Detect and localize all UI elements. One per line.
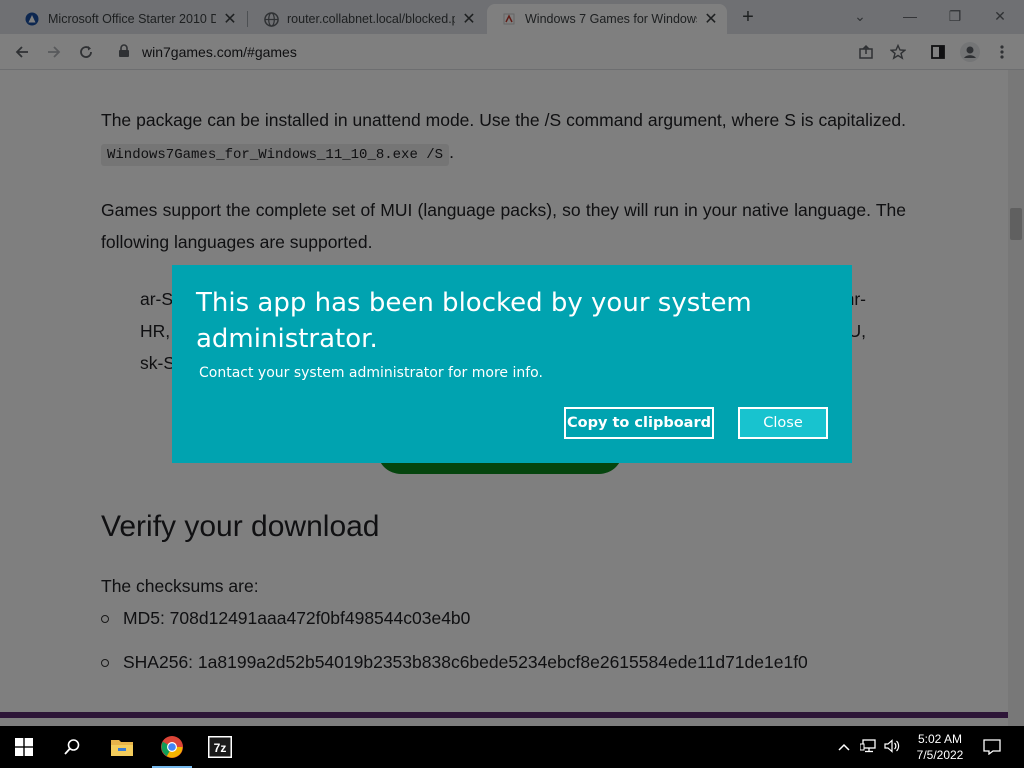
svg-text:7z: 7z <box>214 741 227 755</box>
7zip-icon[interactable]: 7z <box>196 726 244 768</box>
clock-time: 5:02 AM <box>917 732 963 746</box>
dialog-message: Contact your system administrator for mo… <box>199 365 543 381</box>
clock[interactable]: 5:02 AM 7/5/2022 <box>912 731 968 763</box>
dialog-title: This app has been blocked by your system… <box>196 288 752 354</box>
chevron-up-icon[interactable] <box>838 740 850 754</box>
taskbar: 7z 5:02 AM 7/5/2022 <box>0 726 1024 768</box>
chrome-icon[interactable] <box>148 726 196 768</box>
volume-icon[interactable] <box>884 738 900 756</box>
notifications-icon[interactable] <box>968 726 1016 768</box>
file-explorer-icon[interactable] <box>98 726 146 768</box>
copy-to-clipboard-button[interactable]: Copy to clipboard <box>564 407 714 439</box>
system-tray <box>838 726 900 768</box>
search-icon[interactable] <box>48 726 96 768</box>
network-icon[interactable] <box>859 738 876 756</box>
close-button[interactable]: Close <box>738 407 828 439</box>
blocked-app-dialog: This app has been blocked by your system… <box>172 265 852 463</box>
clock-date: 7/5/2022 <box>916 748 964 762</box>
start-button[interactable] <box>0 726 48 768</box>
